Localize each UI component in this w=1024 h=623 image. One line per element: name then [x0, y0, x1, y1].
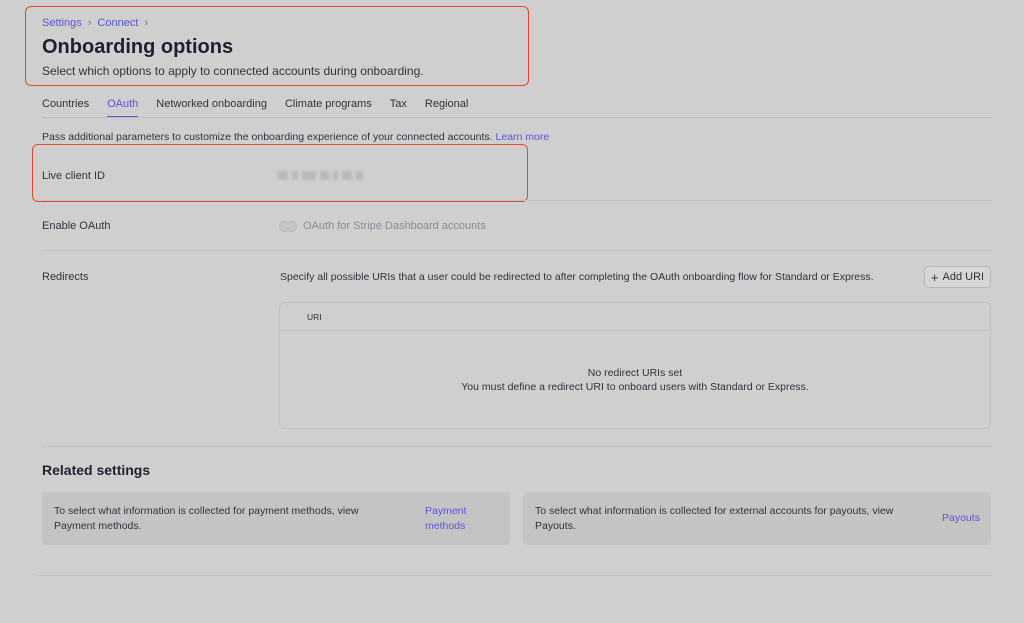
tab-tax[interactable]: Tax — [390, 98, 407, 118]
enable-oauth-label: Enable OAuth — [42, 220, 111, 232]
live-client-id-label: Live client ID — [42, 170, 105, 182]
related-card-payouts: To select what information is collected … — [523, 492, 991, 545]
plus-icon: + — [930, 269, 939, 285]
redirect-uri-table: URI No redirect URIs set You must define… — [279, 302, 991, 429]
learn-more-link[interactable]: Learn more — [496, 131, 550, 143]
oauth-description-text: Pass additional parameters to customize … — [42, 131, 493, 143]
divider — [42, 250, 992, 251]
add-uri-label: Add URI — [942, 271, 985, 283]
chevron-right-icon: › — [144, 17, 149, 29]
tab-countries[interactable]: Countries — [42, 98, 89, 118]
tab-climate-programs[interactable]: Climate programs — [285, 98, 372, 118]
breadcrumb: Settings › Connect › — [42, 17, 148, 29]
tab-networked-onboarding[interactable]: Networked onboarding — [156, 98, 267, 118]
breadcrumb-connect[interactable]: Connect — [97, 17, 138, 29]
oauth-toggle-label: OAuth for Stripe Dashboard accounts — [303, 220, 486, 232]
tab-oauth[interactable]: OAuth — [107, 98, 139, 118]
empty-state-title: No redirect URIs set — [587, 367, 683, 379]
payment-methods-link-line1: Payment — [425, 505, 467, 517]
divider — [42, 200, 992, 201]
redirects-label: Redirects — [42, 271, 89, 283]
page-subtitle: Select which options to apply to connect… — [42, 64, 424, 78]
tab-regional[interactable]: Regional — [425, 98, 468, 118]
divider — [42, 446, 992, 447]
oauth-description: Pass additional parameters to customize … — [42, 131, 549, 143]
related-card-payment-methods: To select what information is collected … — [42, 492, 510, 545]
page-title: Onboarding options — [42, 36, 234, 58]
table-header: URI — [280, 303, 990, 331]
empty-state-subtitle: You must define a redirect URI to onboar… — [461, 381, 809, 393]
chevron-right-icon: › — [87, 17, 92, 29]
uri-column-header: URI — [307, 312, 322, 322]
payment-methods-link[interactable]: Payment methods — [425, 504, 466, 534]
redirects-description: Specify all possible URIs that a user co… — [280, 271, 874, 283]
payouts-link[interactable]: Payouts — [942, 511, 980, 526]
oauth-toggle[interactable] — [279, 221, 297, 232]
tabs-divider — [42, 117, 992, 118]
related-settings-title: Related settings — [42, 462, 151, 478]
payment-methods-link-line2: methods — [425, 520, 466, 532]
add-uri-button[interactable]: + Add URI — [924, 266, 991, 288]
breadcrumb-settings[interactable]: Settings — [42, 17, 82, 29]
divider — [36, 575, 992, 576]
tab-bar: Countries OAuth Networked onboarding Cli… — [42, 98, 486, 118]
live-client-id-value-redacted — [278, 171, 363, 180]
related-card-text: To select what information is collected … — [535, 505, 894, 532]
related-card-text: To select what information is collected … — [54, 505, 359, 532]
